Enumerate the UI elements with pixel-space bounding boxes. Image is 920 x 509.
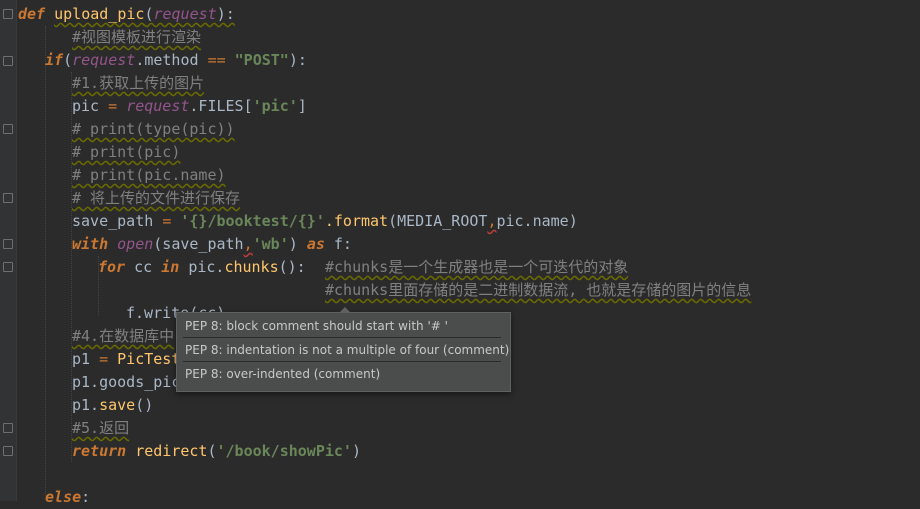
comment: #4.在数据库中 (72, 327, 175, 345)
string: "POST" (234, 51, 289, 69)
code-line-1: def upload_pic(request): (18, 3, 235, 26)
variable: cc (134, 258, 153, 276)
code-line-5: pic = request.FILES['pic'] (72, 95, 307, 118)
paren: (): (278, 258, 306, 276)
object: pic. (188, 258, 225, 276)
tooltip-arrow-icon (339, 307, 351, 313)
keyword: else (45, 488, 82, 506)
operator: == (207, 51, 226, 69)
comment: #视图模板进行渲染 (72, 28, 202, 46)
keyword: if (45, 51, 64, 69)
class-name: PicTest (117, 350, 181, 368)
paren: ): (216, 5, 235, 23)
tooltip-item: PEP 8: indentation is not a multiple of … (185, 343, 510, 357)
tooltip-item: PEP 8: over-indented (comment) (185, 367, 381, 381)
fold-marker-icon[interactable] (3, 9, 13, 19)
keyword: with (72, 235, 109, 253)
code-line-9: # 将上传的文件进行保存 (72, 187, 240, 210)
comment: #chunks里面存储的是二进制数据流, 也就是存储的图片的信息 (325, 281, 752, 299)
operator: = (108, 97, 118, 115)
comment: # print(pic) (72, 143, 181, 161)
method: save (99, 396, 136, 414)
code-line-13: #chunks里面存储的是二进制数据流, 也就是存储的图片的信息 (325, 279, 751, 302)
string: 'pic' (252, 97, 298, 115)
attribute: .method (135, 51, 208, 69)
function-call: redirect (135, 442, 208, 460)
variable: save_path (72, 212, 163, 230)
code-line-19: #5.返回 (72, 417, 129, 440)
tooltip-divider (183, 337, 501, 338)
fold-marker-icon[interactable] (3, 423, 13, 433)
fold-marker-icon[interactable] (3, 239, 13, 249)
function-name: upload_pic (54, 5, 145, 23)
comment: # print(pic.name) (72, 166, 226, 184)
code-line-15: #4.在数据库中 (72, 325, 174, 348)
code-line-12: for cc in pic.chunks(): (98, 256, 306, 279)
code: p1.goods_pic (72, 373, 181, 391)
fold-marker-icon[interactable] (3, 56, 13, 66)
comment: #1.获取上传的图片 (72, 74, 205, 92)
code-line-10: save_path = '{}/booktest/{}'.format(MEDI… (72, 210, 578, 233)
variable: p1 (72, 350, 100, 368)
indent-guide (45, 26, 47, 496)
colon: : (81, 488, 91, 506)
args: (save_path (153, 235, 244, 253)
request-ref: request (72, 51, 136, 69)
attribute: .FILES[ (189, 97, 253, 115)
fold-marker-icon[interactable] (3, 262, 13, 272)
code-line-6: # print(type(pic)) (72, 118, 235, 141)
code-line-3: if(request.method == "POST"): (45, 49, 307, 72)
keyword: as (306, 235, 325, 253)
code-line-17: p1.goods_pic (72, 371, 180, 394)
code-line-16: p1 = PicTest (72, 348, 180, 371)
operator: = (162, 212, 172, 230)
keyword: for (98, 258, 126, 276)
code-line-21: else: (45, 486, 90, 509)
method: .format (324, 212, 389, 230)
method: chunks (224, 258, 279, 276)
paren: ) (351, 442, 361, 460)
code-line-12-comment: #chunks是一个生成器也是一个可迭代的对象 (325, 256, 628, 279)
tooltip-divider (183, 361, 501, 362)
keyword: return (72, 442, 127, 460)
target: f: (333, 235, 352, 253)
string: 'wb' (252, 235, 289, 253)
paren: ): (288, 51, 307, 69)
code-line-8: # print(pic.name) (72, 164, 226, 187)
builtin: open (117, 235, 154, 253)
operator: = (99, 350, 109, 368)
code-line-4: #1.获取上传的图片 (72, 72, 204, 95)
args: pic.name) (496, 212, 578, 230)
fold-marker-icon[interactable] (3, 193, 13, 203)
param: request (153, 5, 217, 23)
comment: # print(type(pic)) (72, 120, 235, 138)
code-line-18: p1.save() (72, 394, 153, 417)
keyword: def (18, 5, 46, 23)
paren: ) (288, 235, 298, 253)
string: '/book/showPic' (216, 442, 352, 460)
bracket: ] (297, 97, 307, 115)
tooltip-item: PEP 8: block comment should start with '… (185, 319, 448, 333)
variable: pic (72, 97, 109, 115)
comment: #5.返回 (72, 419, 130, 437)
code-line-2: #视图模板进行渲染 (72, 26, 201, 49)
paren: ( (63, 51, 73, 69)
keyword: in (161, 258, 180, 276)
comma: , (243, 235, 253, 253)
fold-marker-icon[interactable] (3, 446, 13, 456)
request-ref: request (126, 97, 190, 115)
comment: #chunks是一个生成器也是一个可迭代的对象 (325, 258, 629, 276)
comment: # 将上传的文件进行保存 (72, 189, 241, 207)
code-line-7: # print(pic) (72, 141, 180, 164)
args: (MEDIA_ROOT (388, 212, 488, 230)
paren: ( (207, 442, 217, 460)
string: '{}/booktest/{}' (180, 212, 325, 230)
inspection-tooltip: PEP 8: block comment should start with '… (176, 307, 511, 392)
code-line-11: with open(save_path,'wb') as f: (72, 233, 352, 256)
fold-marker-icon[interactable] (3, 124, 13, 134)
code-line-20: return redirect('/book/showPic') (72, 440, 361, 463)
object: p1. (72, 396, 100, 414)
paren: () (135, 396, 154, 414)
